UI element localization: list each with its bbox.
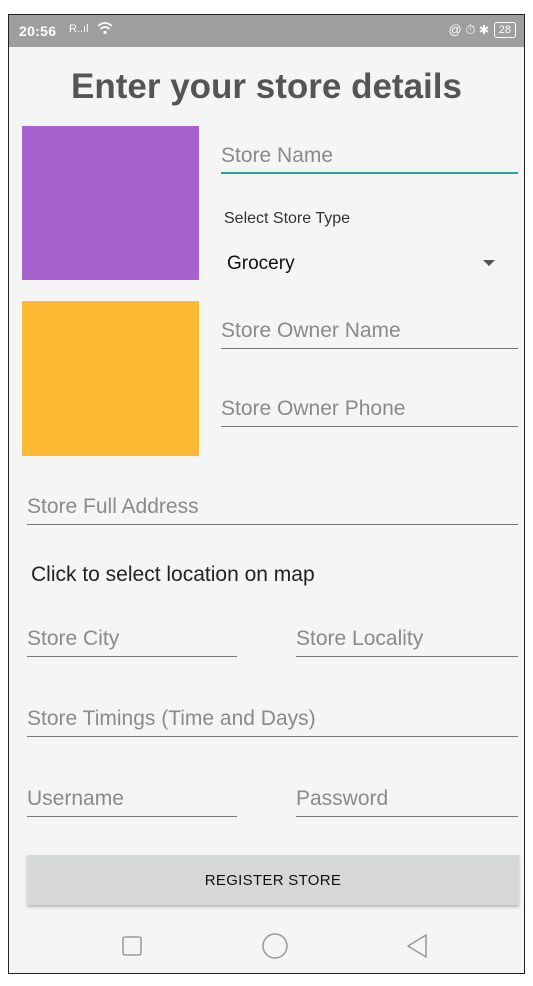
store-type-spinner-value[interactable]: Grocery (227, 253, 295, 275)
back-icon[interactable] (405, 933, 429, 964)
city-input[interactable] (27, 623, 237, 655)
dropdown-caret-icon[interactable] (483, 260, 495, 266)
select-location-link[interactable]: Click to select location on map (31, 563, 315, 587)
home-icon[interactable] (261, 933, 289, 964)
password-field[interactable] (296, 783, 518, 817)
store-type-label: Select Store Type (224, 210, 350, 227)
password-input[interactable] (296, 783, 518, 815)
owner-name-input[interactable] (221, 315, 518, 347)
city-field[interactable] (27, 623, 237, 657)
owner-phone-field[interactable] (221, 393, 518, 427)
owner-phone-input[interactable] (221, 393, 518, 425)
app-frame: 20:56 R..ıl @ ⏱ ✱ 28 Enter your store de… (8, 14, 525, 974)
username-field[interactable] (27, 783, 237, 817)
timings-input[interactable] (27, 703, 518, 735)
alarm-bluetooth-icons: @ ⏱ ✱ (448, 22, 489, 37)
wifi-icon (97, 21, 113, 38)
locality-field[interactable] (296, 623, 518, 657)
status-right-icons: @ ⏱ ✱ 28 (449, 22, 516, 38)
store-name-field[interactable] (221, 140, 518, 174)
full-address-input[interactable] (27, 491, 518, 523)
timings-field[interactable] (27, 703, 518, 737)
register-store-button[interactable]: REGISTER STORE (27, 855, 519, 905)
page-title: Enter your store details (71, 67, 462, 106)
status-time: 20:56 (19, 23, 57, 39)
signal-icon: R..ıl (69, 23, 89, 35)
locality-input[interactable] (296, 623, 518, 655)
full-address-field[interactable] (27, 491, 518, 525)
store-image-purple[interactable] (22, 126, 199, 280)
recents-icon[interactable] (121, 935, 143, 962)
android-nav-bar (9, 917, 524, 973)
owner-name-field[interactable] (221, 315, 518, 349)
status-bar: 20:56 R..ıl @ ⏱ ✱ 28 (9, 15, 524, 47)
store-name-input[interactable] (221, 140, 518, 172)
battery-icon: 28 (493, 22, 516, 38)
username-input[interactable] (27, 783, 237, 815)
owner-image-orange[interactable] (22, 301, 199, 456)
